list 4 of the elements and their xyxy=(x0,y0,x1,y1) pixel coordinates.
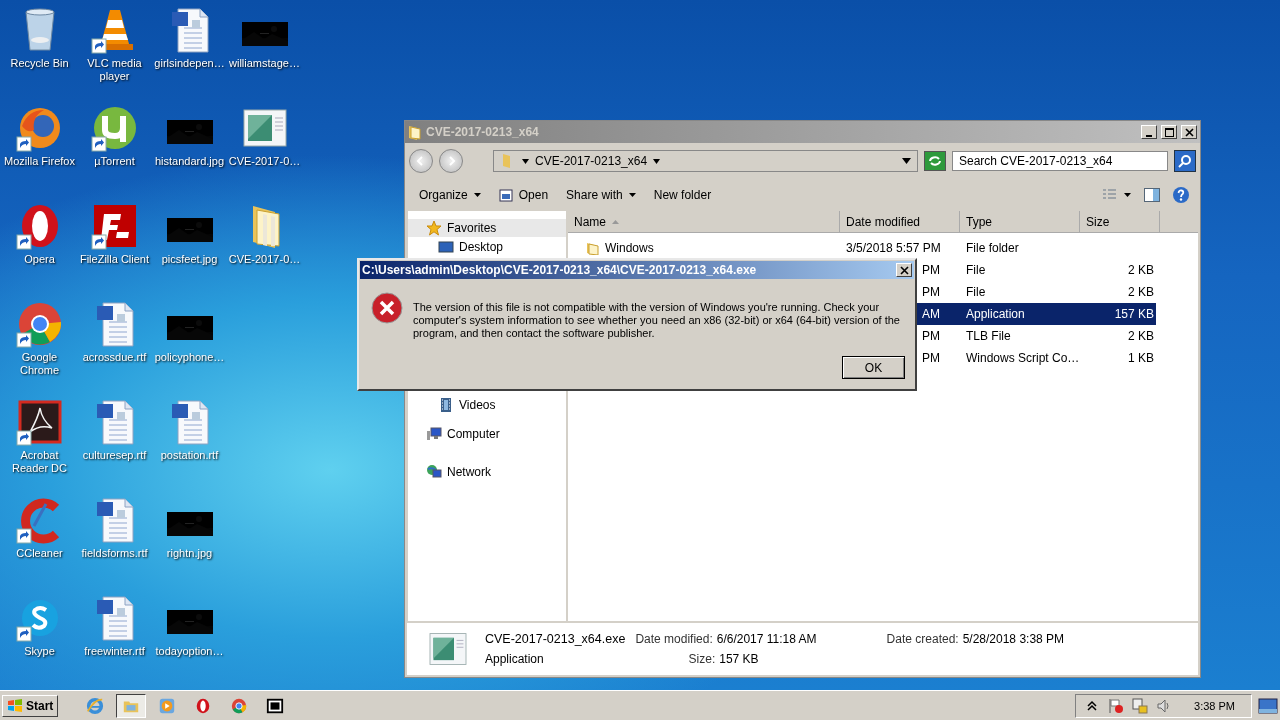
dialog-title: C:\Users\admin\Desktop\CVE-2017-0213_x64\CVE-2017-0213_x64.exe xyxy=(362,263,757,277)
window-title: CVE-2017-0213_x64 xyxy=(426,125,540,139)
details-pane: CVE-2017-0213_x64.exe Date modified: 6/6/2017 11:18 AM Date created: 5/28/2018 3:38 PM Application Size: 157 KB xyxy=(407,621,1198,675)
error-message: The version of this file is not compatible with the version of Windows you're running. Check your computer's system information to see whether you need an x86 (32-bit) or x64 (64-bit) version of the program, and then contact the software publisher. xyxy=(413,300,901,341)
